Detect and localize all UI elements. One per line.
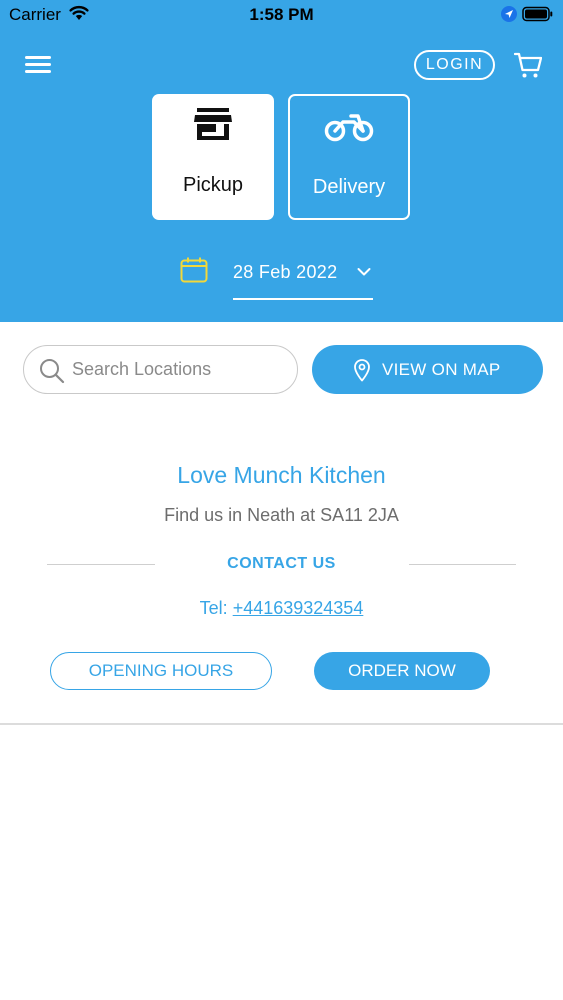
order-now-button[interactable]: ORDER NOW bbox=[314, 652, 490, 690]
phone-link[interactable]: +441639324354 bbox=[233, 598, 364, 618]
motorcycle-icon bbox=[324, 114, 374, 142]
tel-label: Tel: bbox=[199, 598, 233, 618]
cart-icon[interactable] bbox=[514, 51, 542, 79]
section-divider bbox=[0, 723, 563, 725]
location-address: Find us in Neath at SA11 2JA bbox=[164, 505, 399, 525]
opening-hours-button[interactable]: OPENING HOURS bbox=[50, 652, 272, 690]
map-pin-icon bbox=[354, 359, 370, 382]
status-bar: Carrier 1:58 PM bbox=[0, 0, 563, 30]
location-name: Love Munch Kitchen bbox=[177, 462, 386, 488]
delivery-label: Delivery bbox=[312, 176, 386, 198]
search-input[interactable] bbox=[72, 355, 287, 383]
menu-icon[interactable] bbox=[25, 54, 51, 76]
view-on-map-button[interactable]: VIEW ON MAP bbox=[312, 345, 543, 394]
pickup-label: Pickup bbox=[182, 174, 244, 196]
header: Carrier 1:58 PM LOGIN Pickup Delivery 28… bbox=[0, 0, 563, 322]
date-selector[interactable]: 28 Feb 2022 bbox=[233, 262, 373, 300]
search-icon bbox=[40, 359, 65, 384]
divider-right bbox=[409, 564, 516, 565]
location-arrow-icon bbox=[501, 6, 517, 22]
selected-date: 28 Feb 2022 bbox=[233, 262, 338, 282]
view-on-map-label: VIEW ON MAP bbox=[382, 360, 501, 379]
store-icon bbox=[194, 108, 232, 140]
chevron-down-icon bbox=[357, 268, 371, 276]
calendar-icon bbox=[180, 257, 208, 283]
pickup-option[interactable]: Pickup bbox=[152, 94, 274, 220]
telephone: Tel: +441639324354 bbox=[0, 598, 563, 619]
search-bar[interactable] bbox=[23, 345, 298, 394]
delivery-option[interactable]: Delivery bbox=[288, 94, 410, 220]
status-time: 1:58 PM bbox=[249, 5, 314, 24]
battery-icon bbox=[522, 6, 553, 22]
login-button[interactable]: LOGIN bbox=[414, 50, 495, 80]
